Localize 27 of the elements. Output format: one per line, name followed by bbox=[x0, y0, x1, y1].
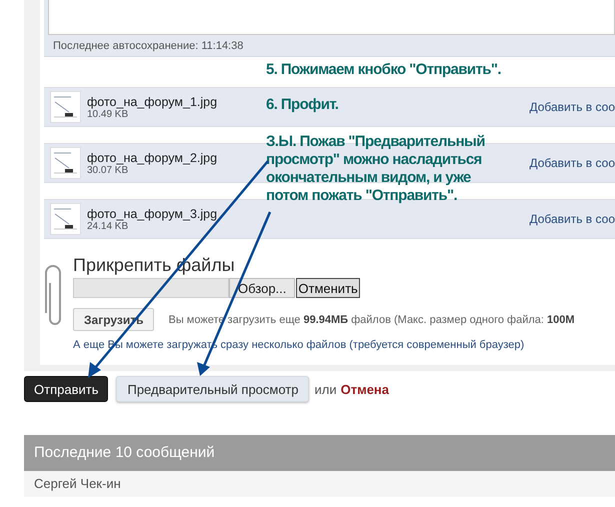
image-thumbnail bbox=[50, 147, 81, 179]
annotation-note: 5. Пожимаем кнобко "Отправить". bbox=[266, 61, 502, 79]
submit-button[interactable]: Отправить bbox=[24, 376, 108, 402]
file-size: 24.14 KB bbox=[87, 220, 128, 232]
add-to-message-link[interactable]: Добавить в соо bbox=[529, 156, 615, 170]
file-name: фото_на_форум_1.jpg bbox=[87, 94, 218, 108]
file-path-field[interactable] bbox=[73, 278, 229, 298]
file-size: 10.49 KB bbox=[87, 108, 128, 120]
file-name: фото_на_форум_3.jpg bbox=[87, 206, 218, 220]
upload-limit-text: Вы можете загрузить еще 99.94МБ файлов (Макс. размер одного файла: 100М bbox=[168, 314, 575, 326]
preview-button[interactable]: Предварительный просмотр bbox=[116, 376, 310, 402]
add-to-message-link[interactable]: Добавить в соо bbox=[529, 212, 615, 226]
file-name: фото_на_форум_2.jpg bbox=[87, 150, 218, 164]
recent-messages-header: Последние 10 сообщений bbox=[24, 435, 615, 471]
cancel-link[interactable]: Отмена bbox=[340, 382, 390, 396]
cancel-button[interactable]: Отменить bbox=[296, 278, 360, 298]
image-thumbnail bbox=[50, 203, 81, 235]
or-text: или bbox=[314, 382, 337, 396]
image-thumbnail bbox=[50, 91, 81, 123]
autosave-status: Последнее автосохранение: 11:14:38 bbox=[52, 39, 244, 52]
message-text-area[interactable] bbox=[48, 0, 615, 35]
browse-button[interactable]: Обзор... bbox=[229, 278, 296, 298]
message-author: Сергей Чек-ин bbox=[24, 471, 615, 497]
file-size: 30.07 KB bbox=[87, 164, 128, 176]
annotation-note: 6. Профит. bbox=[266, 96, 340, 114]
annotation-note: З.Ы. Пожав "Предварительный просмотр" можно насладиться окончательным видом, и уже потом пожать "Отправить". bbox=[266, 133, 486, 205]
add-to-message-link[interactable]: Добавить в соо bbox=[529, 100, 615, 114]
